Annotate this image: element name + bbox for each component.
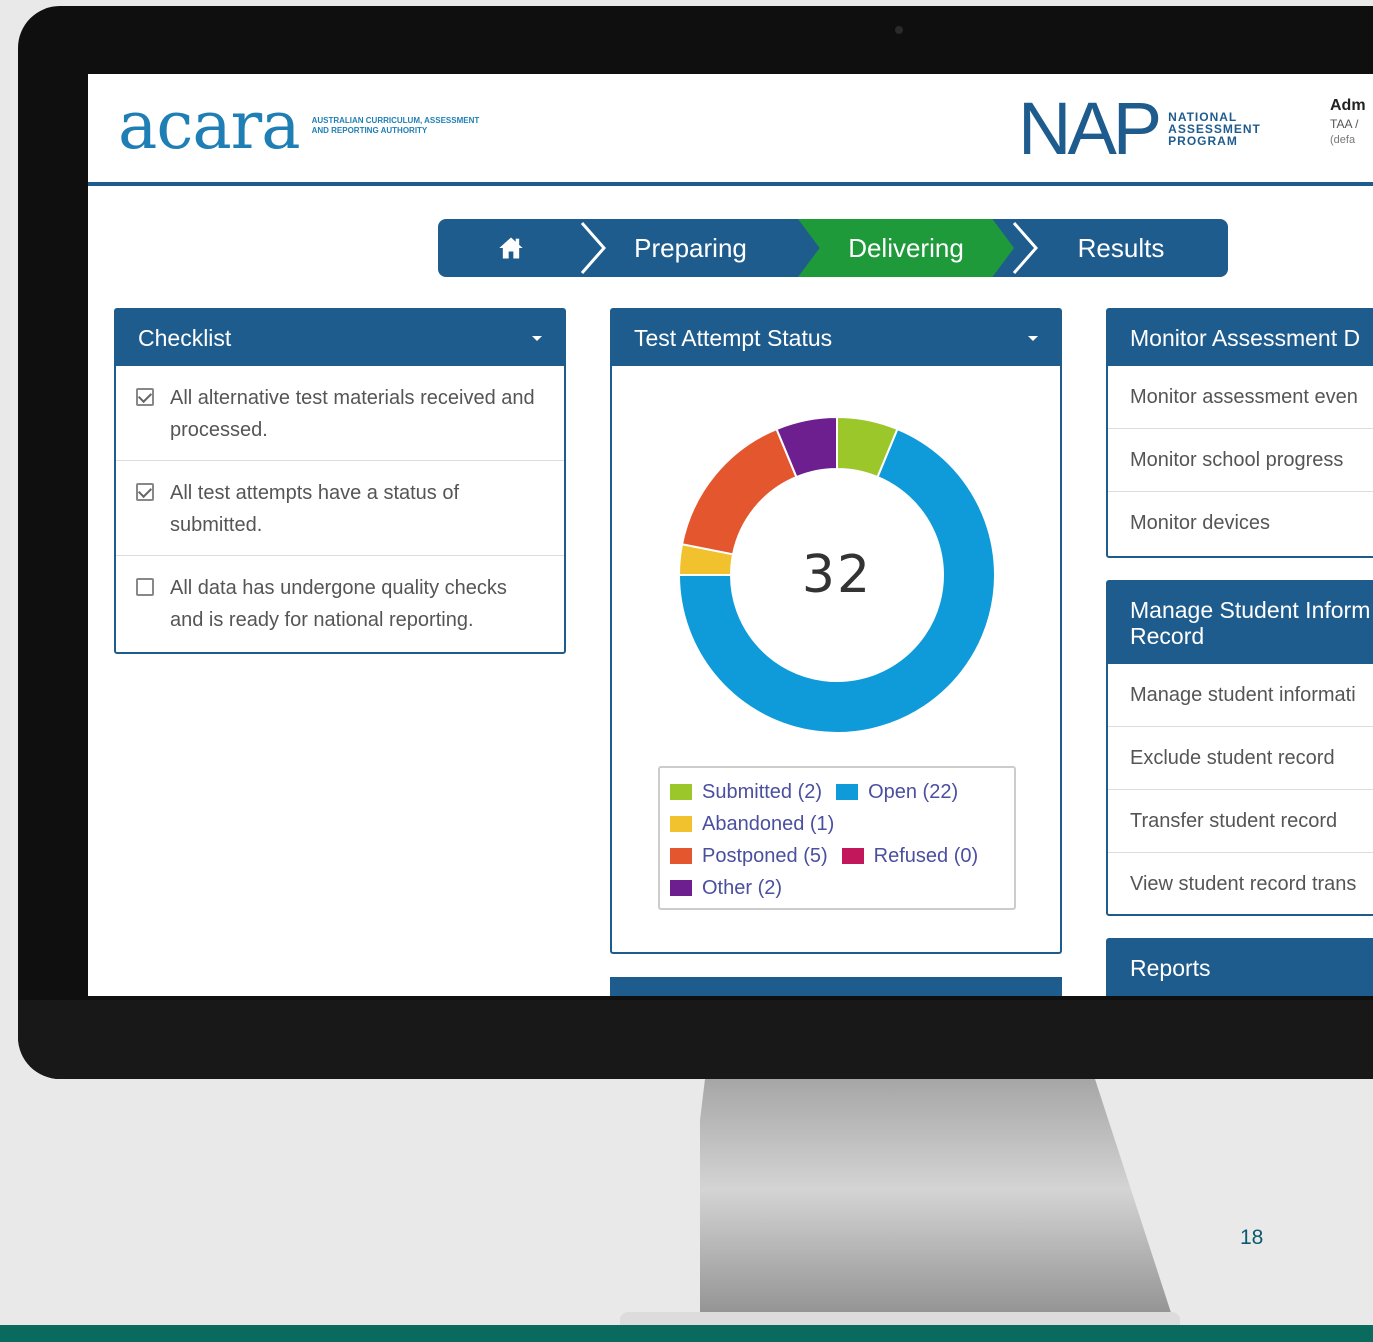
legend-item-postponed[interactable]: Postponed (5) [670, 845, 828, 868]
legend-label: Abandoned (1) [702, 812, 835, 835]
legend-item-abandoned[interactable]: Abandoned (1) [670, 813, 834, 836]
progress-nav: Preparing Delivering Results [438, 219, 1228, 277]
monitor-header[interactable]: Monitor Assessment D [1108, 310, 1373, 366]
manage-link[interactable]: Exclude student record [1108, 727, 1373, 790]
caret-down-icon[interactable] [532, 335, 542, 341]
manage-link[interactable]: Manage student informati [1108, 664, 1373, 727]
legend-label: Postponed (5) [702, 844, 828, 867]
legend-item-submitted[interactable]: Submitted (2) [670, 781, 822, 804]
app-header: acara Australian Curriculum, Assessment … [88, 74, 1373, 186]
legend-label: Refused (0) [873, 844, 979, 867]
checklist-item: All data has undergone quality checks an… [116, 556, 564, 650]
user-note: (defa [1330, 134, 1356, 146]
manage-header[interactable]: Manage Student Inform Record [1108, 582, 1373, 664]
checklist-text: All test attempts have a status of submi… [170, 482, 460, 536]
checklist-item: All test attempts have a status of submi… [116, 461, 564, 556]
panel-title: Manage Student Inform Record [1130, 597, 1371, 649]
legend-item-open[interactable]: Open (22) [836, 781, 958, 804]
legend-row: Other (2) [670, 872, 1004, 904]
nap-subtitle: NATIONAL ASSESSMENT PROGRAM [1168, 111, 1261, 147]
screen: acara Australian Curriculum, Assessment … [88, 74, 1373, 996]
nav-step-preparing[interactable]: Preparing [583, 219, 798, 277]
nap-logo[interactable]: NAP NATIONAL ASSESSMENT PROGRAM [1018, 92, 1261, 166]
legend-swatch [670, 816, 692, 832]
caret-down-icon[interactable] [1028, 335, 1038, 341]
user-name: Adm [1330, 97, 1366, 114]
legend-swatch [841, 848, 864, 864]
legend-row: Abandoned (1) [670, 808, 1004, 840]
legend-label: Submitted (2) [702, 780, 823, 803]
legend-swatch [670, 880, 692, 896]
manage-student-panel: Manage Student Inform Record Manage stud… [1106, 580, 1373, 916]
chart-legend: Submitted (2) Open (22) Abandoned (1) Po… [658, 766, 1016, 910]
checkbox[interactable] [136, 388, 154, 406]
nav-step-home[interactable] [438, 219, 583, 277]
legend-item-refused[interactable]: Refused (0) [841, 844, 979, 868]
next-panel-header[interactable] [610, 977, 1062, 996]
legend-row: Postponed (5) Refused (0) [670, 840, 1004, 872]
nap-wordmark: NAP [1018, 87, 1162, 170]
panel-title: Checklist [138, 324, 232, 351]
acara-wordmark: acara [118, 87, 301, 164]
nap-sub-line: PROGRAM [1168, 134, 1238, 148]
reports-header[interactable]: Reports [1108, 940, 1373, 996]
donut-total: 32 [801, 545, 873, 605]
checklist-text: All data has undergone quality checks an… [170, 577, 507, 631]
camera-dot [895, 26, 903, 34]
donut-chart: 32 [672, 410, 1002, 740]
checkbox[interactable] [136, 578, 154, 596]
user-info[interactable]: Adm TAA / (defa [1330, 96, 1373, 148]
monitor-link[interactable]: Monitor school progress [1108, 429, 1373, 492]
monitor-chin [18, 1000, 1373, 1079]
footer-bar [0, 1325, 1373, 1342]
panel-title: Reports [1130, 954, 1211, 981]
checklist-panel: Checklist All alternative test materials… [114, 308, 566, 654]
status-header[interactable]: Test Attempt Status [612, 310, 1060, 366]
legend-swatch [670, 848, 692, 864]
checklist-item: All alternative test materials received … [116, 366, 564, 461]
panel-title: Test Attempt Status [634, 324, 833, 351]
panel-title: Monitor Assessment D [1130, 324, 1361, 351]
checklist-text: All alternative test materials received … [170, 387, 535, 441]
checklist-header[interactable]: Checklist [116, 310, 564, 366]
monitor-stand [700, 1079, 1175, 1325]
legend-label: Open (22) [868, 780, 959, 803]
home-icon [498, 237, 523, 259]
legend-swatch [670, 784, 692, 800]
legend-row: Submitted (2) Open (22) [670, 776, 1004, 808]
checkbox[interactable] [136, 483, 154, 501]
monitor-link[interactable]: Monitor assessment even [1108, 366, 1373, 429]
reports-panel: Reports [1106, 938, 1373, 996]
monitor-link[interactable]: Monitor devices [1108, 492, 1373, 555]
page-number: 18 [1240, 1226, 1264, 1249]
user-org: TAA / [1330, 117, 1359, 131]
nav-step-results[interactable]: Results [1014, 219, 1228, 277]
test-attempt-status-panel: Test Attempt Status 32 Submitted (2) Ope… [610, 308, 1062, 954]
nav-step-delivering[interactable]: Delivering [798, 219, 1014, 277]
legend-swatch [836, 784, 859, 800]
legend-item-other[interactable]: Other (2) [670, 877, 782, 900]
acara-subtitle: Australian Curriculum, Assessment and Re… [311, 116, 480, 135]
manage-link[interactable]: Transfer student record [1108, 790, 1373, 853]
legend-label: Other (2) [702, 876, 783, 899]
acara-logo[interactable]: acara Australian Curriculum, Assessment … [118, 87, 487, 164]
monitor-assessment-panel: Monitor Assessment D Monitor assessment … [1106, 308, 1373, 558]
manage-link[interactable]: View student record trans [1108, 853, 1373, 916]
